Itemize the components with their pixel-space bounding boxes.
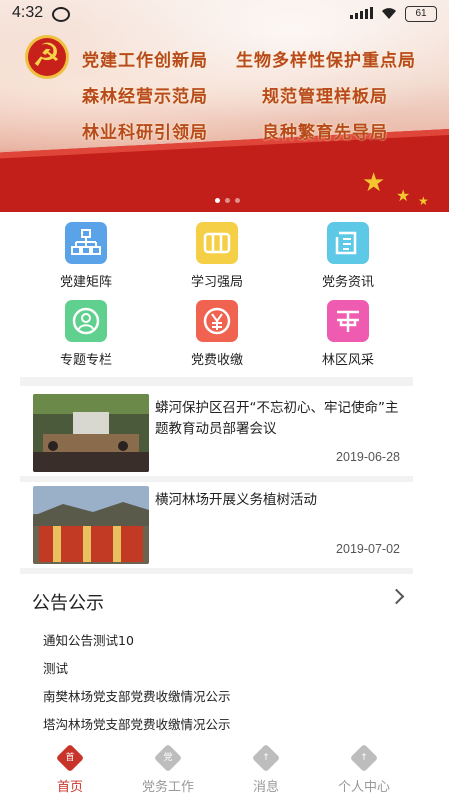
profile-tab-icon: ↑	[349, 743, 379, 773]
banner-slogan: 党建工作创新局	[82, 51, 208, 71]
news-item[interactable]: 横河林场开展义务植树活动 2019-07-02	[20, 480, 413, 568]
tab-home[interactable]: 首 首页	[14, 742, 126, 795]
chat-notification-icon	[52, 7, 70, 22]
menu-item-label: 学习强局	[190, 275, 243, 290]
section-divider	[20, 568, 413, 574]
tab-label: 消息	[252, 780, 279, 795]
scenery-icon	[327, 300, 369, 342]
book-icon	[196, 222, 238, 264]
menu-item-party-dues[interactable]: 党费收缴	[162, 294, 272, 368]
messages-tab-icon: ↑	[251, 743, 281, 773]
tab-messages[interactable]: ↑ 消息	[210, 742, 322, 795]
menu-item-party-matrix[interactable]: 党建矩阵	[31, 216, 141, 290]
menu-item-label: 党建矩阵	[59, 275, 112, 290]
feature-menu: 党建矩阵 学习强局 党务资讯 专题专栏 党费收缴 林区风采	[20, 214, 413, 377]
tab-profile[interactable]: ↑ 个人中心	[308, 742, 420, 795]
menu-item-study[interactable]: 学习强局	[162, 216, 272, 290]
menu-item-label: 专题专栏	[59, 353, 112, 368]
notice-item[interactable]: 南樊林场党支部党费收缴情况公示	[43, 686, 231, 705]
news-date: 2019-07-02	[336, 542, 400, 556]
notice-item[interactable]: 测试	[43, 658, 68, 677]
star-decoration-icon: ★	[418, 194, 429, 208]
status-bar: 4:32 61	[0, 0, 449, 28]
news-title: 蟒河保护区召开“不忘初心、牢记使命”主题教育动员部署会议	[155, 400, 399, 437]
status-time: 4:32	[12, 4, 44, 21]
section-divider	[20, 377, 413, 386]
yen-icon	[196, 300, 238, 342]
news-thumbnail	[33, 394, 149, 472]
bottom-tab-bar: 首 首页 党 党务工作 ↑ 消息 ↑ 个人中心	[0, 742, 449, 800]
hierarchy-icon	[65, 222, 107, 264]
newspaper-icon	[327, 222, 369, 264]
news-title: 横河林场开展义务植树活动	[155, 492, 317, 508]
home-tab-icon: 首	[55, 743, 85, 773]
chevron-right-icon[interactable]	[388, 588, 405, 605]
news-thumbnail	[33, 486, 149, 564]
star-decoration-icon: ★	[362, 168, 386, 198]
menu-item-forest-scenery[interactable]: 林区风采	[293, 294, 403, 368]
notice-item[interactable]: 塔沟林场党支部党费收缴情况公示	[43, 714, 231, 733]
tab-label: 首页	[56, 780, 83, 795]
banner-slogan: 规范管理样板局	[262, 87, 388, 107]
tab-label: 党务工作	[141, 780, 194, 795]
user-circle-icon	[65, 300, 107, 342]
banner-slogan: 生物多样性保护重点局	[236, 51, 416, 71]
news-item[interactable]: 蟒河保护区召开“不忘初心、牢记使命”主题教育动员部署会议 2019-06-28	[20, 388, 413, 476]
menu-item-news[interactable]: 党务资讯	[293, 216, 403, 290]
menu-item-label: 党费收缴	[190, 353, 243, 368]
news-date: 2019-06-28	[336, 450, 400, 464]
battery-indicator: 61	[405, 6, 437, 22]
banner-slogan: 良种繁育先导局	[262, 123, 388, 143]
menu-item-label: 党务资讯	[321, 275, 374, 290]
tab-label: 个人中心	[337, 780, 390, 795]
banner-slogan: 森林经营示范局	[82, 87, 208, 107]
notices-title: 公告公示	[32, 593, 104, 614]
notice-item[interactable]: 通知公告测试10	[43, 630, 134, 649]
signal-icon	[350, 7, 373, 19]
star-decoration-icon: ★	[396, 186, 411, 205]
menu-item-special-column[interactable]: 专题专栏	[31, 294, 141, 368]
banner-carousel[interactable]: 党建工作创新局 生物多样性保护重点局 森林经营示范局 规范管理样板局 林业科研引…	[0, 0, 449, 212]
party-work-tab-icon: 党	[153, 743, 183, 773]
banner-slogan: 林业科研引领局	[82, 123, 208, 143]
carousel-indicator	[215, 198, 240, 203]
tab-party-work[interactable]: 党 党务工作	[112, 742, 224, 795]
menu-item-label: 林区风采	[321, 353, 374, 368]
wifi-icon	[382, 8, 396, 19]
